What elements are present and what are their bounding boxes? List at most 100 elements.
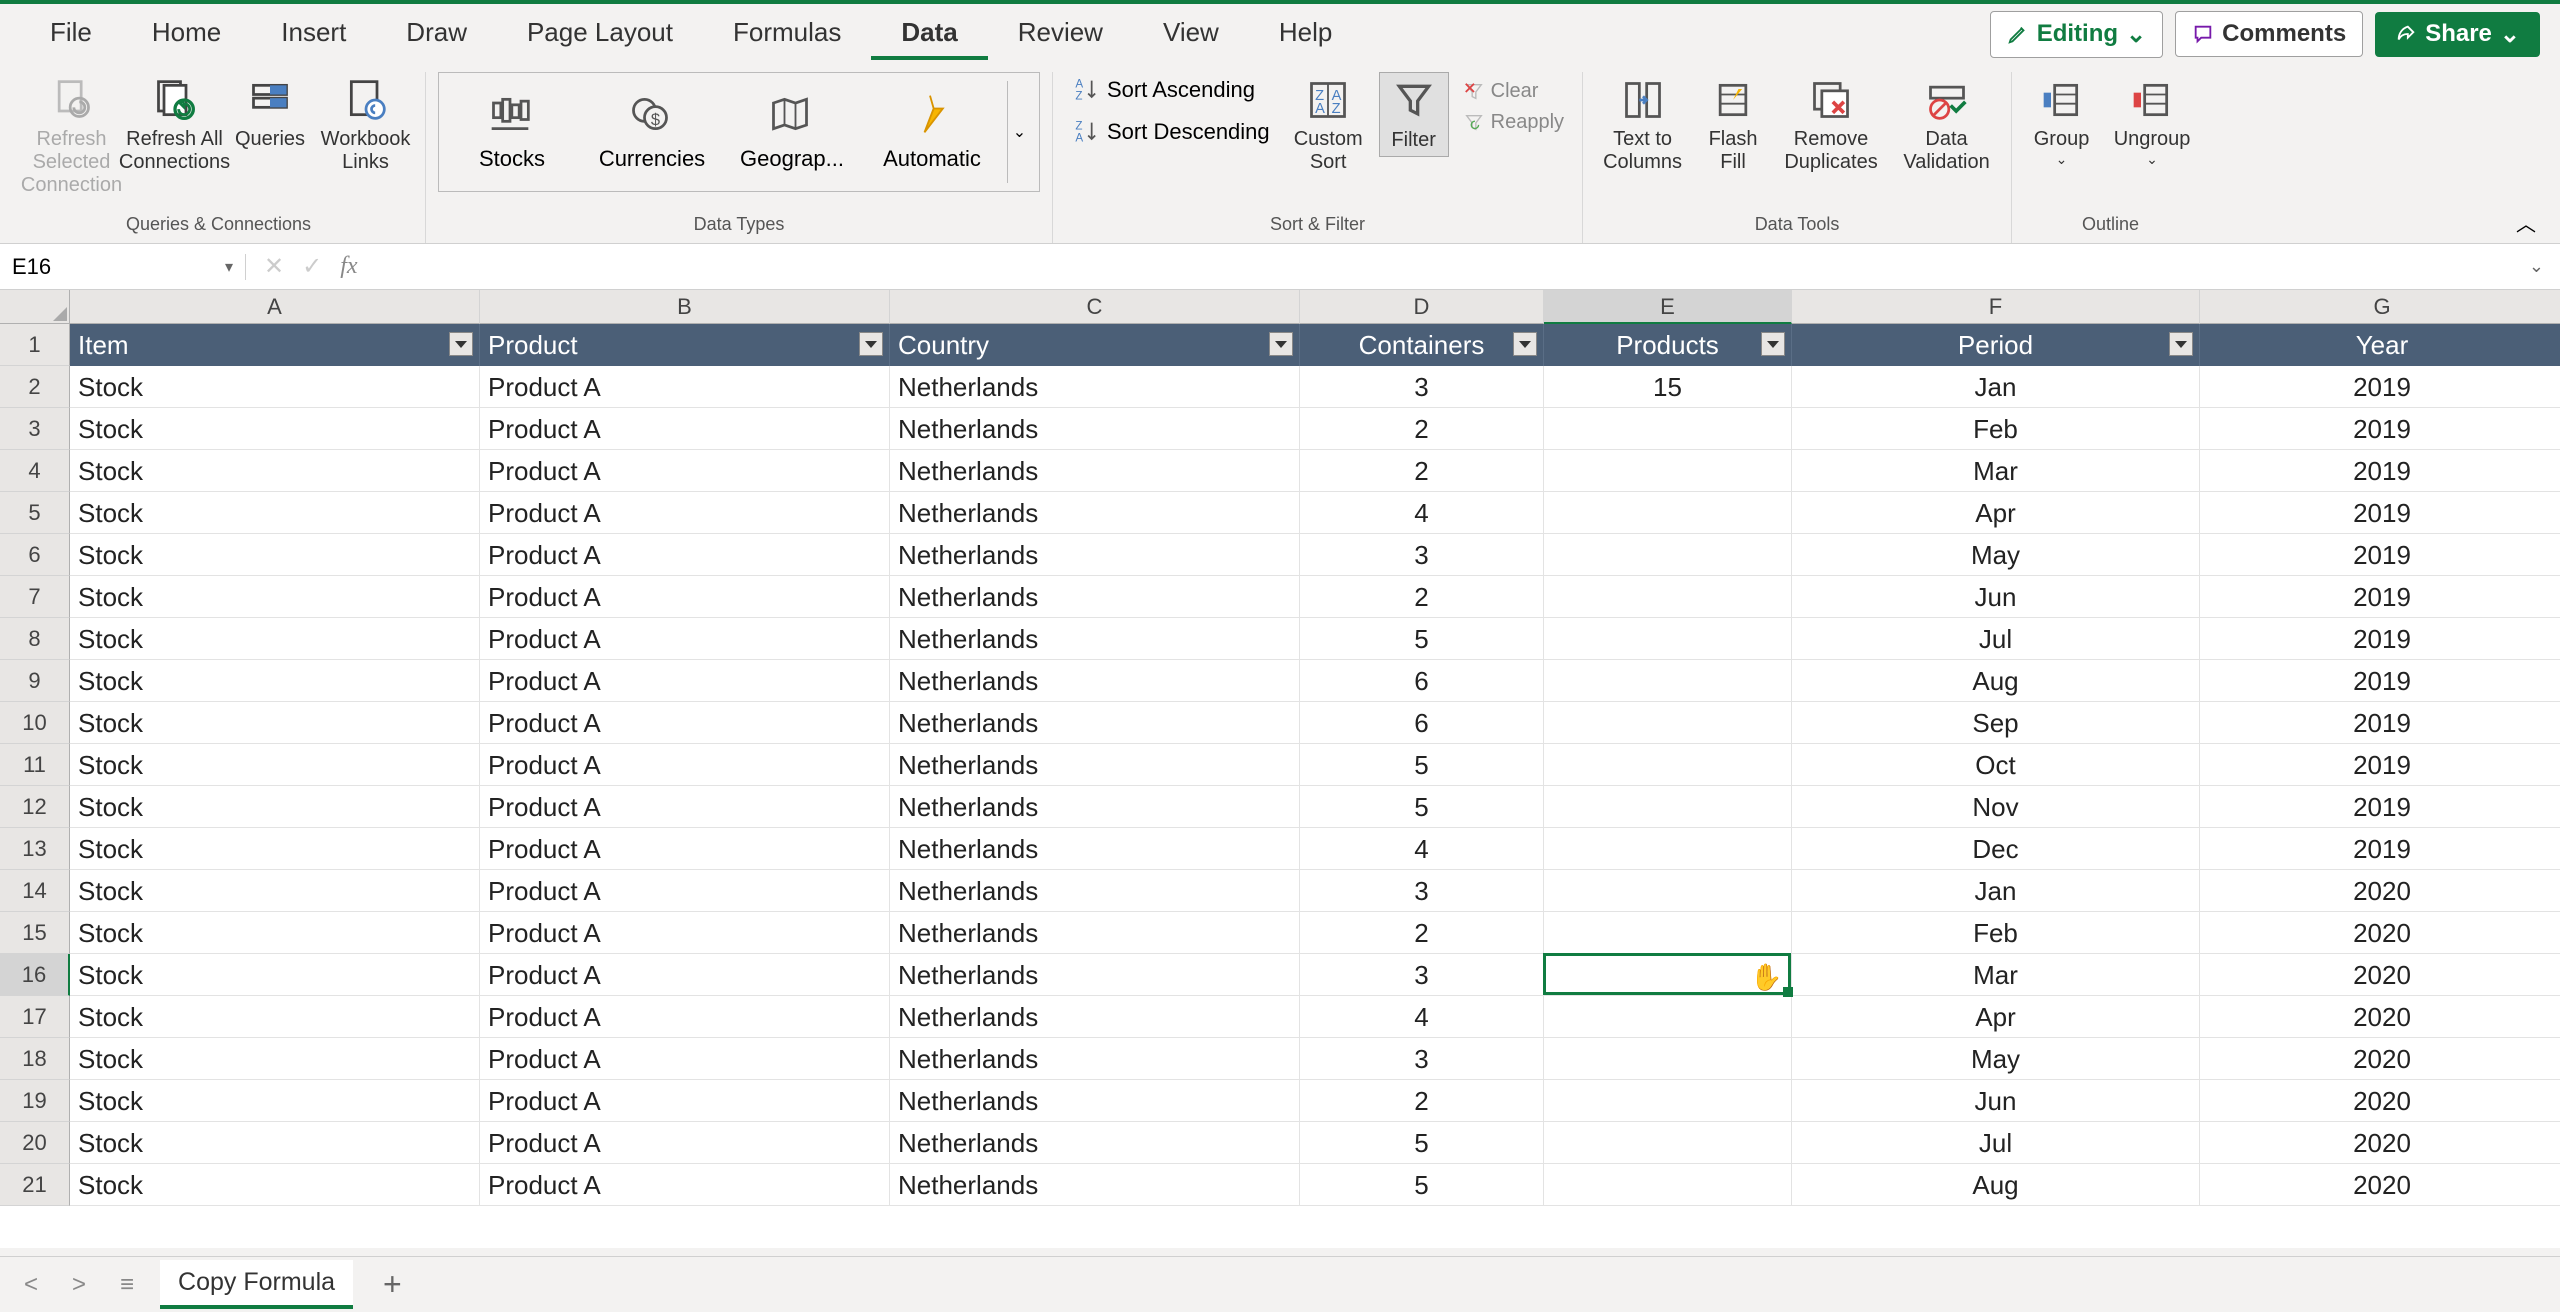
cell-D11[interactable]: 5 xyxy=(1300,744,1544,786)
cell-B13[interactable]: Product A xyxy=(480,828,890,870)
cell-E16[interactable] xyxy=(1544,954,1792,996)
stocks-type-button[interactable]: Stocks xyxy=(447,92,577,172)
currencies-type-button[interactable]: $ Currencies xyxy=(587,92,717,172)
cell-F12[interactable]: Nov xyxy=(1792,786,2200,828)
table-header-product[interactable]: Product xyxy=(480,324,890,366)
cell-D14[interactable]: 3 xyxy=(1300,870,1544,912)
cell-E8[interactable] xyxy=(1544,618,1792,660)
cell-C21[interactable]: Netherlands xyxy=(890,1164,1300,1206)
row-header-12[interactable]: 12 xyxy=(0,786,70,828)
cell-D13[interactable]: 4 xyxy=(1300,828,1544,870)
menu-tab-review[interactable]: Review xyxy=(988,9,1133,60)
cell-F3[interactable]: Feb xyxy=(1792,408,2200,450)
cell-B6[interactable]: Product A xyxy=(480,534,890,576)
cell-F8[interactable]: Jul xyxy=(1792,618,2200,660)
cell-E21[interactable] xyxy=(1544,1164,1792,1206)
cell-B21[interactable]: Product A xyxy=(480,1164,890,1206)
all-sheets-button[interactable]: ≡ xyxy=(112,1267,142,1303)
cell-C4[interactable]: Netherlands xyxy=(890,450,1300,492)
share-button[interactable]: Share ⌄ xyxy=(2375,12,2540,57)
column-header-B[interactable]: B xyxy=(480,290,890,324)
cell-F21[interactable]: Aug xyxy=(1792,1164,2200,1206)
row-header-21[interactable]: 21 xyxy=(0,1164,70,1206)
select-all-corner[interactable] xyxy=(0,290,70,324)
cell-F15[interactable]: Feb xyxy=(1792,912,2200,954)
cell-B19[interactable]: Product A xyxy=(480,1080,890,1122)
cell-F13[interactable]: Dec xyxy=(1792,828,2200,870)
cell-F9[interactable]: Aug xyxy=(1792,660,2200,702)
flash-fill-button[interactable]: Flash Fill xyxy=(1698,72,1768,178)
cell-A13[interactable]: Stock xyxy=(70,828,480,870)
cell-F2[interactable]: Jan xyxy=(1792,366,2200,408)
cell-C12[interactable]: Netherlands xyxy=(890,786,1300,828)
cell-B7[interactable]: Product A xyxy=(480,576,890,618)
cell-C16[interactable]: Netherlands xyxy=(890,954,1300,996)
fx-icon[interactable]: fx xyxy=(340,253,357,280)
expand-formula-bar-button[interactable]: ⌄ xyxy=(2513,256,2560,277)
row-header-16[interactable]: 16 xyxy=(0,954,70,996)
cell-B18[interactable]: Product A xyxy=(480,1038,890,1080)
cell-C10[interactable]: Netherlands xyxy=(890,702,1300,744)
cell-B17[interactable]: Product A xyxy=(480,996,890,1038)
cell-E9[interactable] xyxy=(1544,660,1792,702)
cell-A12[interactable]: Stock xyxy=(70,786,480,828)
table-header-containers[interactable]: Containers xyxy=(1300,324,1544,366)
cell-C17[interactable]: Netherlands xyxy=(890,996,1300,1038)
row-header-2[interactable]: 2 xyxy=(0,366,70,408)
cell-E6[interactable] xyxy=(1544,534,1792,576)
row-header-19[interactable]: 19 xyxy=(0,1080,70,1122)
cell-B9[interactable]: Product A xyxy=(480,660,890,702)
cell-F10[interactable]: Sep xyxy=(1792,702,2200,744)
cell-A20[interactable]: Stock xyxy=(70,1122,480,1164)
custom-sort-button[interactable]: ZAAZ Custom Sort xyxy=(1286,72,1371,178)
menu-tab-data[interactable]: Data xyxy=(871,9,987,60)
cell-C9[interactable]: Netherlands xyxy=(890,660,1300,702)
row-header-9[interactable]: 9 xyxy=(0,660,70,702)
add-sheet-button[interactable]: + xyxy=(371,1266,414,1303)
cell-C5[interactable]: Netherlands xyxy=(890,492,1300,534)
cell-D19[interactable]: 2 xyxy=(1300,1080,1544,1122)
table-header-products[interactable]: Products xyxy=(1544,324,1792,366)
cell-F20[interactable]: Jul xyxy=(1792,1122,2200,1164)
sheet-nav-next-button[interactable]: > xyxy=(64,1267,94,1303)
cell-B5[interactable]: Product A xyxy=(480,492,890,534)
menu-tab-insert[interactable]: Insert xyxy=(251,9,376,60)
cell-G20[interactable]: 2020 xyxy=(2200,1122,2560,1164)
cell-A15[interactable]: Stock xyxy=(70,912,480,954)
cell-A8[interactable]: Stock xyxy=(70,618,480,660)
cell-G6[interactable]: 2019 xyxy=(2200,534,2560,576)
cell-B16[interactable]: Product A xyxy=(480,954,890,996)
cell-C18[interactable]: Netherlands xyxy=(890,1038,1300,1080)
cell-A9[interactable]: Stock xyxy=(70,660,480,702)
cell-E17[interactable] xyxy=(1544,996,1792,1038)
cell-G12[interactable]: 2019 xyxy=(2200,786,2560,828)
cell-G19[interactable]: 2020 xyxy=(2200,1080,2560,1122)
cell-E7[interactable] xyxy=(1544,576,1792,618)
text-to-columns-button[interactable]: Text to Columns xyxy=(1595,72,1690,178)
cell-G5[interactable]: 2019 xyxy=(2200,492,2560,534)
editing-mode-button[interactable]: Editing ⌄ xyxy=(1990,11,2163,58)
table-header-country[interactable]: Country xyxy=(890,324,1300,366)
workbook-links-button[interactable]: Workbook Links xyxy=(318,72,413,178)
cell-D15[interactable]: 2 xyxy=(1300,912,1544,954)
sort-ascending-button[interactable]: AZ Sort Ascending xyxy=(1065,72,1278,108)
cell-G3[interactable]: 2019 xyxy=(2200,408,2560,450)
cell-E12[interactable] xyxy=(1544,786,1792,828)
cell-C2[interactable]: Netherlands xyxy=(890,366,1300,408)
row-header-14[interactable]: 14 xyxy=(0,870,70,912)
cell-D18[interactable]: 3 xyxy=(1300,1038,1544,1080)
cell-G16[interactable]: 2020 xyxy=(2200,954,2560,996)
cell-G8[interactable]: 2019 xyxy=(2200,618,2560,660)
filter-dropdown-period[interactable] xyxy=(2169,332,2193,356)
row-header-8[interactable]: 8 xyxy=(0,618,70,660)
cell-C15[interactable]: Netherlands xyxy=(890,912,1300,954)
row-header-20[interactable]: 20 xyxy=(0,1122,70,1164)
cell-F17[interactable]: Apr xyxy=(1792,996,2200,1038)
cell-C19[interactable]: Netherlands xyxy=(890,1080,1300,1122)
cell-A21[interactable]: Stock xyxy=(70,1164,480,1206)
row-header-15[interactable]: 15 xyxy=(0,912,70,954)
refresh-all-button[interactable]: Refresh All Connections xyxy=(127,72,222,178)
geography-type-button[interactable]: Geograp... xyxy=(727,92,857,172)
name-box[interactable]: E16 ▾ xyxy=(0,254,246,280)
row-header-7[interactable]: 7 xyxy=(0,576,70,618)
